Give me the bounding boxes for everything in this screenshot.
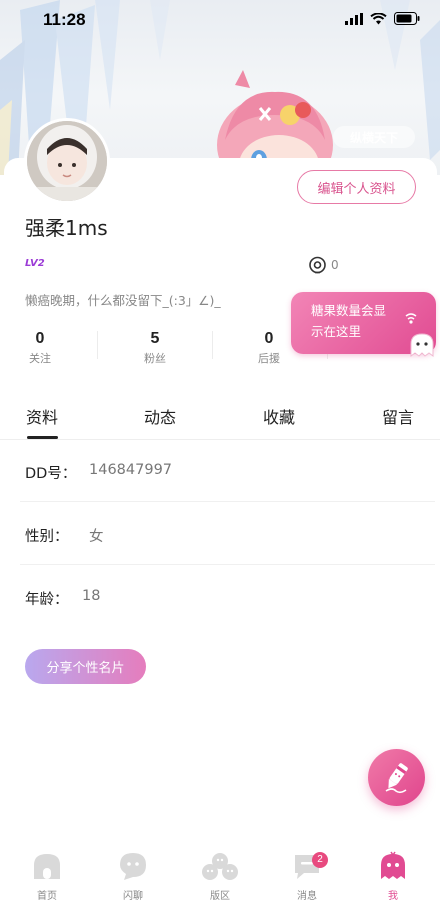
unread-badge: 2: [312, 852, 328, 868]
profile-bio: 懒癌晚期，什么都没留下_(:3」∠)_: [25, 293, 221, 308]
brand-watermark: 纵横天下: [333, 126, 415, 148]
field-value: 女: [89, 529, 104, 545]
share-card-button[interactable]: 分享个性名片: [25, 649, 146, 684]
chat-icon: [120, 853, 146, 880]
home-icon: [34, 854, 60, 879]
status-bar: 11:28: [0, 0, 440, 40]
edit-profile-button[interactable]: 编辑个人资料: [297, 170, 416, 204]
status-time: 11:28: [43, 10, 86, 29]
stat-value: 0: [35, 330, 45, 347]
compose-fab-button[interactable]: [368, 749, 425, 806]
wifi-icon: [370, 12, 387, 24]
field-divider: [20, 564, 435, 565]
cellular-signal-icon: [345, 12, 363, 25]
nav-home[interactable]: 首页: [17, 851, 77, 902]
stat-value: 5: [150, 330, 160, 347]
stat-followers[interactable]: 5 粉丝: [105, 330, 205, 366]
signal-waves-icon: [405, 313, 417, 324]
stat-following[interactable]: 0 关注: [0, 330, 90, 366]
stat-divider: [212, 331, 213, 359]
nav-label: 我: [388, 891, 398, 902]
stat-label: 粉丝: [144, 352, 166, 365]
tab-favorites[interactable]: 收藏: [263, 404, 295, 428]
me-ghost-icon: [381, 851, 405, 879]
nav-me[interactable]: 我: [363, 851, 423, 902]
tab-profile-info[interactable]: 资料: [26, 404, 58, 428]
status-icons: [345, 12, 420, 25]
battery-icon: [394, 12, 420, 25]
field-label: 性别：: [25, 529, 69, 545]
avatar-photo: [27, 121, 107, 201]
field-gender: 性别： 女: [25, 525, 415, 545]
candy-count: 0: [331, 258, 339, 272]
field-dd-number: DD号： 146847997: [25, 462, 415, 482]
username: 强柔1ms: [25, 216, 108, 240]
tab-messages[interactable]: 留言: [382, 404, 414, 428]
level-badge: LV2: [25, 258, 45, 269]
field-value: 18: [82, 588, 101, 604]
pencil-icon: [385, 762, 408, 793]
profile-tabs: 资料 动态 收藏 留言: [0, 392, 440, 440]
active-tab-indicator: [27, 436, 58, 439]
stat-divider: [97, 331, 98, 359]
stat-label: 关注: [29, 352, 51, 365]
forum-icon: [202, 853, 238, 880]
field-label: DD号：: [25, 466, 77, 482]
ghost-mascot-icon: [410, 333, 434, 357]
field-label: 年龄：: [25, 592, 69, 608]
tab-posts[interactable]: 动态: [144, 404, 176, 428]
field-age: 年龄： 18: [25, 588, 415, 608]
candy-icon[interactable]: [308, 256, 327, 275]
field-divider: [20, 501, 435, 502]
avatar[interactable]: [24, 118, 110, 204]
nav-label: 首页: [37, 891, 57, 902]
field-value: 146847997: [89, 462, 173, 478]
